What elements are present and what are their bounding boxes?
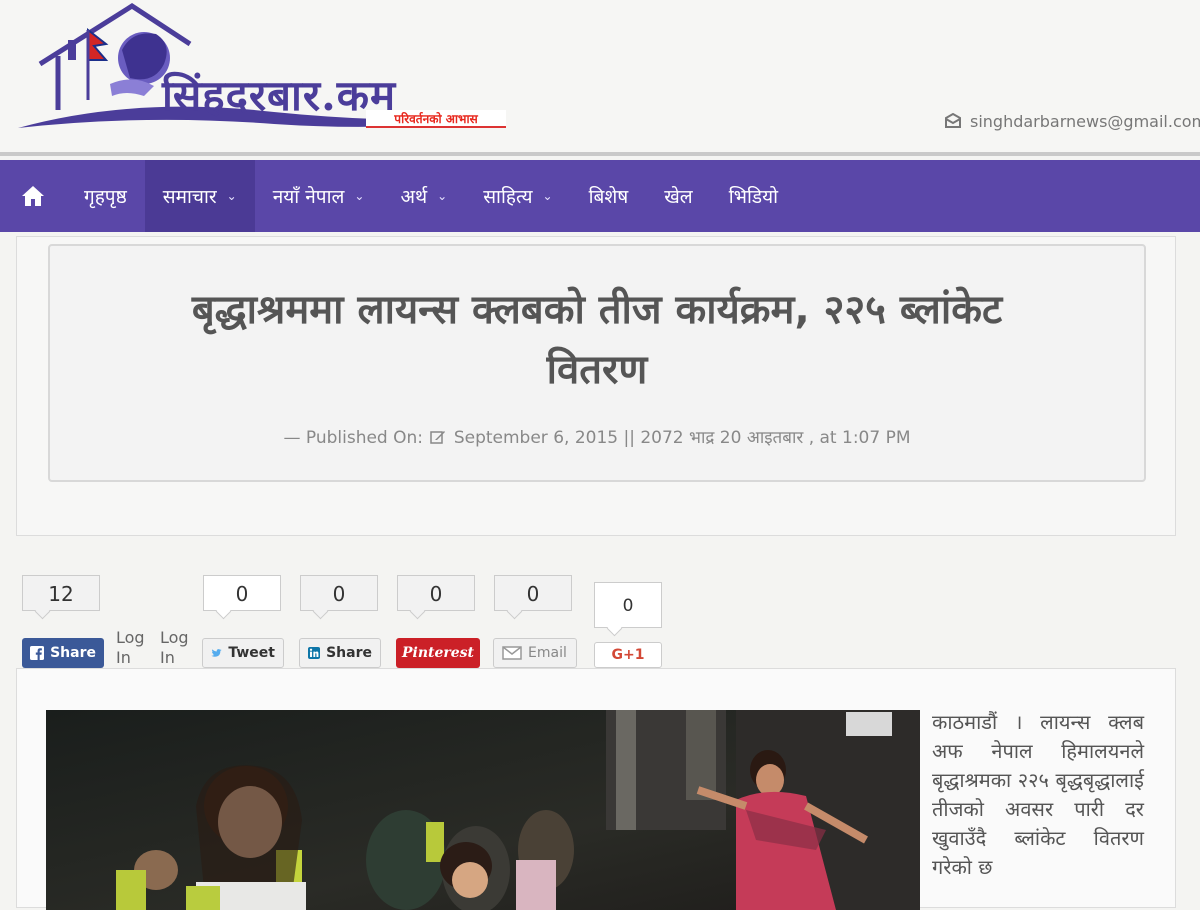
email-share-count: 0 <box>494 575 572 611</box>
contact-email[interactable]: singhdarbarnews@gmail.com <box>944 110 1200 132</box>
mail-icon <box>502 646 522 660</box>
nav-item-label: बिशेष <box>588 186 629 208</box>
site-logo[interactable]: सिंहदरबार.कम परिवर्तनको आभास <box>14 0 514 140</box>
article-title: बृद्धाश्रममा लायन्स क्लबको तीज कार्यक्रम… <box>60 280 1134 400</box>
nav-item-label: अर्थ <box>400 186 428 208</box>
nav-item-label: नयाँ नेपाल <box>272 186 345 208</box>
facebook-share-count: 12 <box>22 575 100 611</box>
nav-item-new-nepal[interactable]: नयाँ नेपाल ⌄ <box>255 160 383 232</box>
gplus-label: G+1 <box>611 647 645 663</box>
facebook-share-button[interactable]: Share <box>22 638 104 668</box>
nav-item-literature[interactable]: साहित्य ⌄ <box>465 160 570 232</box>
nav-item-sports[interactable]: खेल <box>646 160 710 232</box>
envelope-icon <box>945 113 961 128</box>
logo-tagline: परिवर्तनको आभास <box>366 110 506 128</box>
edit-icon <box>430 431 446 444</box>
pinterest-share-count: 0 <box>397 575 475 611</box>
nav-item-news[interactable]: समाचार ⌄ <box>144 160 255 232</box>
main-navigation: गृहपृष्ठ समाचार ⌄ नयाँ नेपाल ⌄ अर्थ ⌄ सा… <box>0 160 1200 232</box>
chevron-down-icon: ⌄ <box>542 189 553 203</box>
article-body-text: काठमाडौं । लायन्स क्लब अफ नेपाल हिमालयनल… <box>932 710 1144 879</box>
article-title-line-2: वितरण <box>546 347 648 393</box>
nav-item-special[interactable]: बिशेष <box>571 160 647 232</box>
email-share-label: Email <box>528 645 567 661</box>
login-link-2[interactable]: Log In <box>160 628 194 668</box>
twitter-icon <box>211 648 222 657</box>
header-divider <box>0 152 1200 156</box>
tweet-button[interactable]: Tweet <box>202 638 284 668</box>
published-date: — Published On: September 6, 2015 || 207… <box>60 425 1134 448</box>
nav-home-button[interactable] <box>0 160 66 232</box>
facebook-share-label: Share <box>50 645 96 661</box>
article-title-line-1: बृद्धाश्रममा लायन्स क्लबको तीज कार्यक्रम… <box>191 287 1003 333</box>
article-photo[interactable] <box>46 710 920 910</box>
article-photo-image <box>46 710 920 910</box>
chevron-down-icon: ⌄ <box>437 189 448 203</box>
linkedin-share-count: 0 <box>300 575 378 611</box>
gplus-button[interactable]: G+1 <box>594 642 662 668</box>
nav-item-label: साहित्य <box>483 186 533 208</box>
published-date-text: September 6, 2015 || 2072 भाद्र 20 आइतबा… <box>453 428 911 448</box>
login-link-1[interactable]: Log In <box>116 628 150 668</box>
published-prefix: — Published On: <box>283 428 424 448</box>
contact-email-text: singhdarbarnews@gmail.com <box>970 111 1200 131</box>
nav-item-video[interactable]: भिडियो <box>711 160 796 232</box>
gplus-share-count: 0 <box>594 582 662 628</box>
chevron-down-icon: ⌄ <box>354 189 365 203</box>
facebook-icon <box>30 645 45 661</box>
linkedin-icon <box>308 646 321 660</box>
nav-item-home[interactable]: गृहपृष्ठ <box>66 160 145 232</box>
pinterest-share-label: Pinterest <box>401 645 475 661</box>
chevron-down-icon: ⌄ <box>226 189 237 203</box>
nav-item-label: भिडियो <box>728 186 779 208</box>
home-icon <box>22 186 44 206</box>
pinterest-share-button[interactable]: Pinterest <box>396 638 480 668</box>
twitter-share-count: 0 <box>203 575 281 611</box>
logo-title: सिंहदरबार.कम <box>162 71 397 120</box>
nav-item-economy[interactable]: अर्थ ⌄ <box>382 160 465 232</box>
email-share-button[interactable]: Email <box>493 638 577 668</box>
nav-item-label: खेल <box>664 186 693 208</box>
linkedin-share-label: Share <box>326 645 372 661</box>
nav-item-label: गृहपृष्ठ <box>84 186 127 208</box>
nav-item-label: समाचार <box>162 186 217 208</box>
tweet-label: Tweet <box>228 645 275 661</box>
site-header: सिंहदरबार.कम परिवर्तनको आभास singhdarbar… <box>0 0 1200 152</box>
linkedin-share-button[interactable]: Share <box>299 638 381 668</box>
